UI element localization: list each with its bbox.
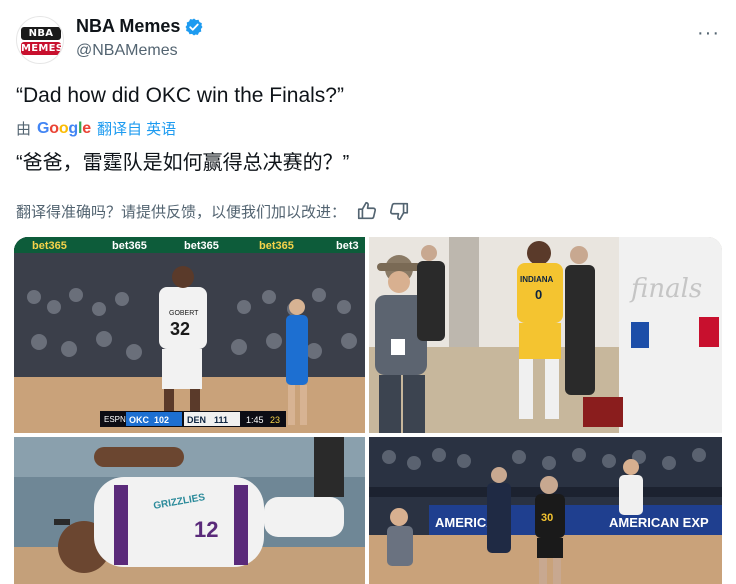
- jersey-team-indiana: INDIANA: [520, 275, 554, 284]
- thumbs-down-icon[interactable]: [388, 200, 410, 222]
- ad-text-2: bet365: [112, 240, 147, 252]
- translation-attribution: 由 Google 翻译自 英语: [16, 118, 176, 139]
- translated-by-label: 由: [16, 121, 32, 138]
- photo-indiana-player[interactable]: finals INDIANA 0: [369, 237, 722, 433]
- name-row: NBA Memes: [76, 16, 204, 37]
- ad-text-1: bet365: [32, 240, 67, 252]
- photo-game-okc-den-image: bet365 bet365 bet365 bet365 bet3 GOBERT …: [14, 237, 365, 433]
- photo-game-okc-den[interactable]: bet365 bet365 bet365 bet365 bet3 GOBERT …: [14, 237, 365, 433]
- avatar-logo-line-1: NBA: [21, 27, 61, 40]
- photo-player-30-image: AMERICAN AMERICAN EXP 30: [369, 437, 722, 584]
- tweet-text: “Dad how did OKC win the Finals?”: [16, 84, 344, 107]
- finals-banner: finals: [629, 274, 702, 304]
- score-home-points: 102: [154, 415, 169, 425]
- jersey-number-12: 12: [194, 517, 218, 542]
- more-options-icon[interactable]: ···: [697, 22, 720, 45]
- thumbs-up-icon[interactable]: [356, 200, 378, 222]
- feedback-prompt: 翻译得准确吗？请提供反馈，以便我们加以改进：: [16, 203, 347, 221]
- score-home-team: OKC: [129, 415, 150, 425]
- avatar[interactable]: NBA MEMES: [16, 16, 64, 64]
- photo-player-on-floor-image: GRIZZLIES 12: [14, 437, 365, 584]
- jersey-number-32: 32: [170, 319, 190, 339]
- game-clock: 1:45: [246, 415, 264, 425]
- ad-text-5: bet3: [336, 240, 359, 252]
- media-grid: bet365 bet365 bet365 bet365 bet3 GOBERT …: [14, 237, 722, 584]
- jersey-number-30: 30: [541, 512, 553, 524]
- google-logo: Google: [37, 119, 91, 137]
- avatar-logo-line-2: MEMES: [21, 42, 64, 55]
- ad-text-3: bet365: [184, 240, 219, 252]
- translated-text: “爸爸，雷霆队是如何赢得总决赛的？”: [16, 152, 350, 174]
- shot-clock: 23: [270, 415, 280, 425]
- score-away-points: 111: [214, 415, 228, 425]
- translation-feedback: 翻译得准确吗？请提供反馈，以便我们加以改进：: [16, 200, 410, 222]
- avatar-logo: NBA MEMES: [21, 27, 64, 55]
- ad-text-4: bet365: [259, 240, 294, 252]
- tweet-header: NBA MEMES NBA Memes @NBAMemes ···: [16, 12, 720, 68]
- banner-right-text: AMERICAN EXP: [609, 515, 709, 530]
- user-handle[interactable]: @NBAMemes: [76, 42, 178, 60]
- jersey-name: GOBERT: [169, 310, 199, 317]
- jersey-number-0: 0: [535, 287, 542, 302]
- verified-badge-icon: [185, 18, 203, 35]
- translated-from-link[interactable]: 翻译自 英语: [97, 118, 176, 139]
- display-name[interactable]: NBA Memes: [76, 16, 180, 37]
- score-away-team: DEN: [187, 415, 206, 425]
- photo-player-on-floor[interactable]: GRIZZLIES 12: [14, 437, 365, 584]
- photo-player-30[interactable]: AMERICAN AMERICAN EXP 30: [369, 437, 722, 584]
- photo-indiana-player-image: finals INDIANA 0: [369, 237, 722, 433]
- network-label: ESPN: [104, 415, 126, 424]
